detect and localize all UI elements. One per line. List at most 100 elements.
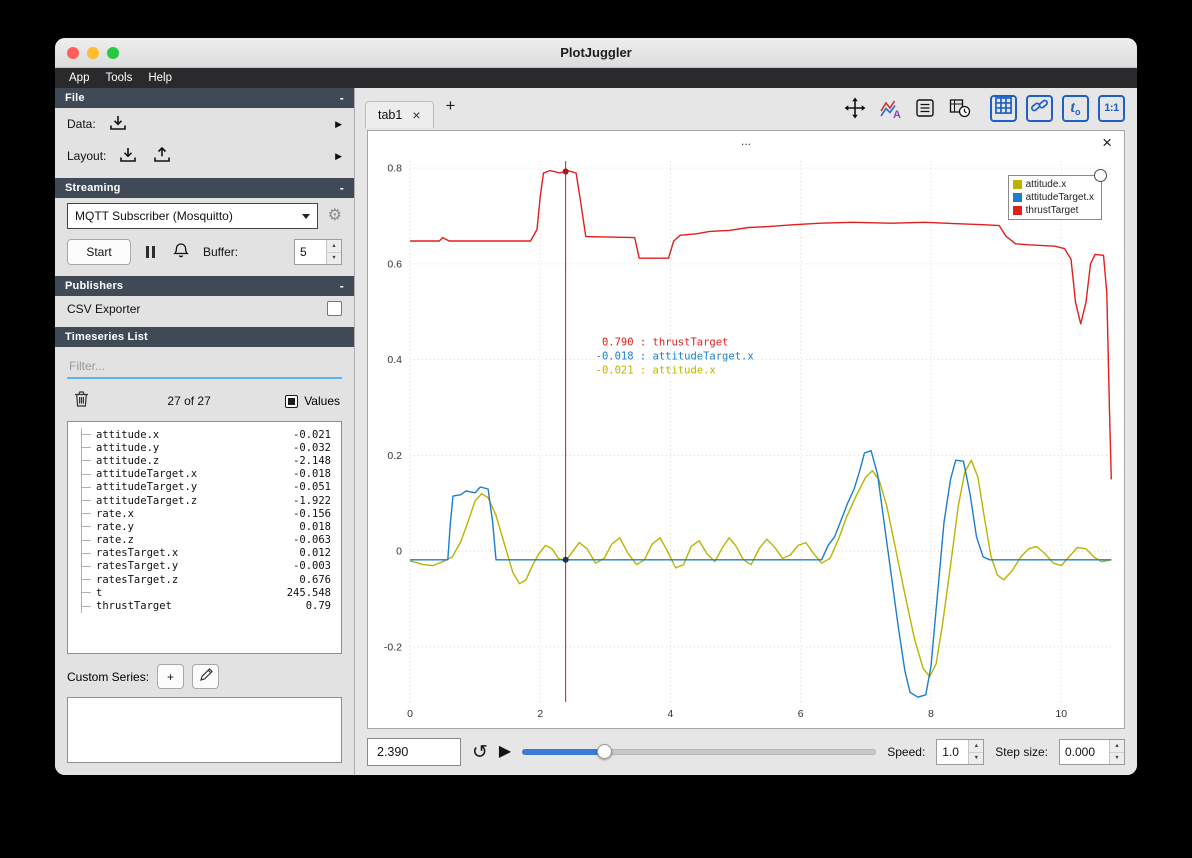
pan-zoom-tool-icon[interactable]: [842, 95, 868, 121]
edit-custom-series-button[interactable]: [192, 664, 220, 689]
notifications-bell-button[interactable]: [169, 241, 193, 263]
timeseries-name[interactable]: attitudeTarget.x: [96, 468, 197, 480]
timeseries-row[interactable]: attitudeTarget.z -1.922: [82, 494, 337, 507]
buffer-spinbox[interactable]: ▲ ▼: [294, 239, 342, 265]
file-section-header[interactable]: File -: [55, 88, 354, 108]
spin-down-icon[interactable]: ▼: [327, 252, 341, 264]
data-timestamp-tool-icon[interactable]: [947, 95, 973, 121]
timeseries-name[interactable]: attitude.z: [96, 455, 159, 467]
play-button[interactable]: ▶: [499, 744, 511, 760]
values-toggle[interactable]: Values: [285, 394, 340, 408]
spin-down-icon[interactable]: ▼: [969, 752, 984, 764]
ratio-button[interactable]: 1:1: [1098, 94, 1125, 122]
curve-style-tool-icon[interactable]: A: [877, 95, 903, 121]
publishers-section-header[interactable]: Publishers -: [55, 276, 354, 296]
plot-panel[interactable]: ... × attitude.x attitudeTarget.x thrust…: [367, 130, 1125, 729]
timeseries-name[interactable]: attitudeTarget.y: [96, 481, 197, 493]
streaming-source-select[interactable]: MQTT Subscriber (Mosquitto): [67, 203, 318, 229]
time-offset-button[interactable]: to: [1062, 94, 1089, 122]
tab-tab1[interactable]: tab1 ×: [365, 101, 434, 128]
timeseries-row[interactable]: attitude.y -0.032: [82, 441, 337, 454]
minimize-window-button[interactable]: [87, 46, 99, 59]
timeseries-row[interactable]: thrustTarget 0.79: [82, 599, 337, 612]
buffer-input[interactable]: [295, 240, 326, 264]
menu-app[interactable]: App: [61, 72, 97, 84]
values-checkbox-icon[interactable]: [285, 394, 299, 408]
legend-entry[interactable]: thrustTarget: [1012, 205, 1094, 216]
current-time-input[interactable]: [367, 738, 461, 766]
custom-series-row: Custom Series: +: [55, 656, 354, 693]
speed-spinbox[interactable]: ▲ ▼: [936, 739, 985, 765]
timeseries-row[interactable]: rate.y 0.018: [82, 520, 337, 533]
speed-input[interactable]: [937, 740, 969, 764]
start-button[interactable]: Start: [67, 239, 131, 265]
titlebar[interactable]: PlotJuggler: [55, 38, 1137, 68]
spin-up-icon[interactable]: ▲: [969, 740, 984, 753]
timeseries-name[interactable]: attitude.x: [96, 429, 159, 441]
spin-up-icon[interactable]: ▲: [1110, 740, 1124, 753]
timeseries-list[interactable]: attitude.x -0.021 attitude.y -0.032 attitude…: [67, 421, 342, 654]
filter-input[interactable]: [67, 355, 342, 379]
timeseries-name[interactable]: rate.x: [96, 508, 134, 520]
plot-canvas[interactable]: -0.2 0 0.2 0.4 0.6 0.8 0 2 4 6 8 10 0.790 : thrustT…: [368, 131, 1124, 728]
load-data-button[interactable]: [106, 113, 130, 135]
close-window-button[interactable]: [67, 46, 79, 59]
timeseries-row[interactable]: t 245.548: [82, 586, 337, 599]
timeseries-name[interactable]: t: [96, 587, 102, 599]
load-layout-button[interactable]: [116, 145, 140, 167]
timeseries-name[interactable]: rate.z: [96, 534, 134, 546]
collapse-icon[interactable]: -: [340, 182, 344, 194]
timeseries-row[interactable]: rate.z -0.063: [82, 534, 337, 547]
link-axes-button[interactable]: [1026, 94, 1053, 122]
pause-icon[interactable]: [141, 241, 159, 263]
timeseries-name[interactable]: rate.y: [96, 521, 134, 533]
timeseries-row[interactable]: ratesTarget.x 0.012: [82, 547, 337, 560]
collapse-icon[interactable]: -: [340, 280, 344, 292]
loop-button[interactable]: ↺: [472, 743, 488, 762]
custom-series-list[interactable]: [67, 697, 342, 763]
legend-list-tool-icon[interactable]: [912, 95, 938, 121]
step-size-spinbox[interactable]: ▲ ▼: [1059, 739, 1125, 765]
legend-entry[interactable]: attitude.x: [1012, 179, 1094, 190]
spin-down-icon[interactable]: ▼: [1110, 752, 1124, 764]
timeseries-row[interactable]: ratesTarget.y -0.003: [82, 560, 337, 573]
add-custom-series-button[interactable]: +: [157, 664, 185, 689]
spin-up-icon[interactable]: ▲: [327, 240, 341, 253]
zoom-reset-circle-icon[interactable]: [1094, 169, 1107, 182]
timeseries-row[interactable]: ratesTarget.z 0.676: [82, 573, 337, 586]
grid-layout-button[interactable]: [990, 94, 1017, 122]
timeseries-name[interactable]: ratesTarget.y: [96, 560, 178, 572]
gear-icon[interactable]: ⚙: [328, 208, 342, 224]
zoom-window-button[interactable]: [107, 46, 119, 59]
csv-exporter-checkbox[interactable]: [327, 301, 342, 316]
timeseries-section-header[interactable]: Timeseries List: [55, 327, 354, 347]
timeseries-name[interactable]: attitude.y: [96, 442, 159, 454]
collapse-icon[interactable]: -: [340, 92, 344, 104]
timeline-slider[interactable]: [522, 740, 877, 764]
timeseries-row[interactable]: rate.x -0.156: [82, 507, 337, 520]
streaming-section-header[interactable]: Streaming -: [55, 178, 354, 198]
menu-tools[interactable]: Tools: [97, 72, 140, 84]
timeseries-name[interactable]: thrustTarget: [96, 600, 172, 612]
data-menu-arrow-icon[interactable]: ▶: [335, 119, 342, 130]
step-size-input[interactable]: [1060, 740, 1109, 764]
slider-handle[interactable]: [597, 744, 613, 759]
timeseries-row[interactable]: attitudeTarget.y -0.051: [82, 481, 337, 494]
timeseries-name[interactable]: ratesTarget.z: [96, 574, 178, 586]
delete-series-button[interactable]: [69, 390, 93, 412]
menu-help[interactable]: Help: [140, 72, 180, 84]
save-layout-button[interactable]: [150, 145, 174, 167]
timeseries-row[interactable]: attitude.z -2.148: [82, 454, 337, 467]
plot-legend[interactable]: attitude.x attitudeTarget.x thrustTarget: [1007, 175, 1102, 220]
timeseries-row[interactable]: attitude.x -0.021: [82, 428, 337, 441]
grid-icon: [995, 97, 1012, 119]
add-tab-button[interactable]: +: [434, 96, 468, 120]
timeseries-name[interactable]: attitudeTarget.z: [96, 495, 197, 507]
layout-menu-arrow-icon[interactable]: ▶: [335, 151, 342, 162]
legend-entry[interactable]: attitudeTarget.x: [1012, 192, 1094, 203]
timeseries-name[interactable]: ratesTarget.x: [96, 547, 178, 559]
tab-close-icon[interactable]: ×: [412, 108, 420, 122]
timeseries-row[interactable]: attitudeTarget.x -0.018: [82, 468, 337, 481]
plot-close-icon[interactable]: ×: [1102, 134, 1112, 151]
layout-label: Layout:: [67, 149, 107, 163]
